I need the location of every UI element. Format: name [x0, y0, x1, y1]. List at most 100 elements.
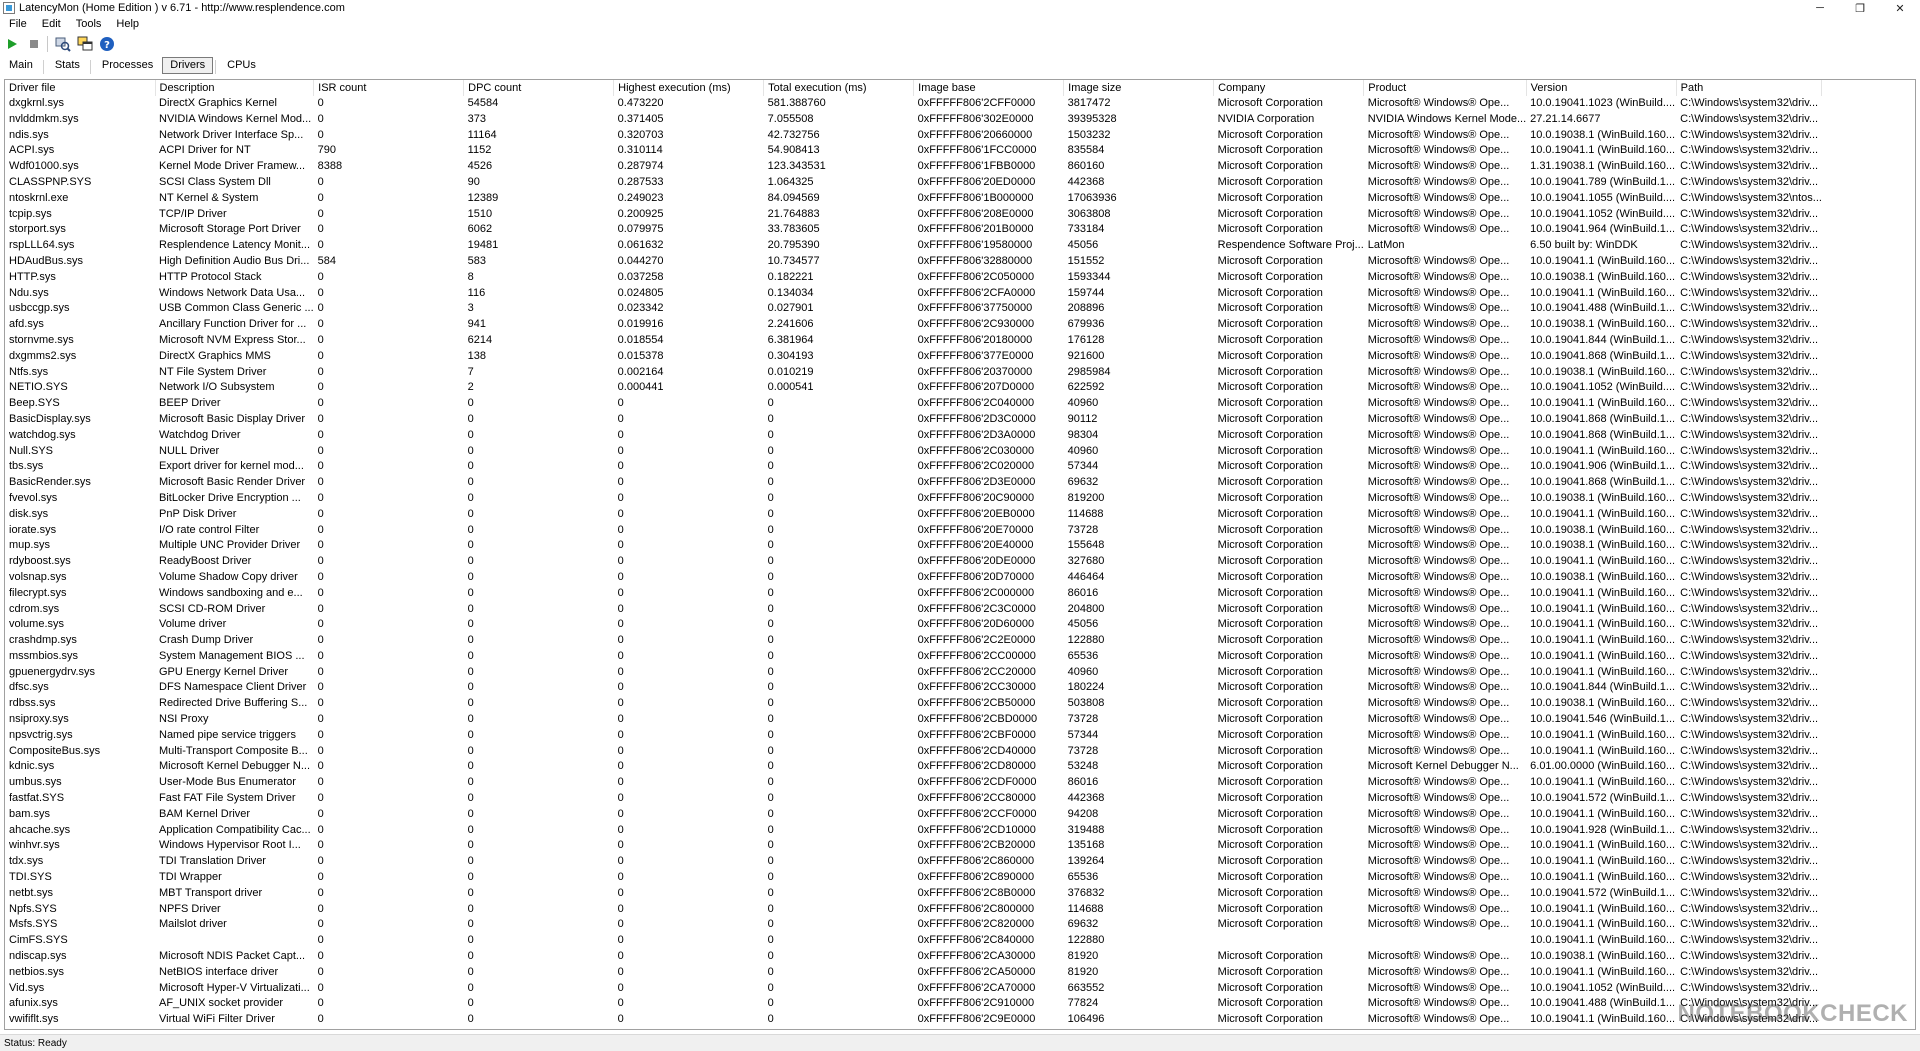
table-cell: 10.0.19041.1 (WinBuild.160... [1530, 839, 1676, 852]
table-row[interactable]: Null.SYS NULL Driver 0 0 0 0 0xFFFFF806'2C0300… [5, 444, 1822, 460]
tab-stats[interactable]: Stats [47, 57, 88, 74]
table-row[interactable]: fvevol.sys BitLocker Drive Encryption ...… [5, 491, 1822, 507]
start-button[interactable] [2, 34, 22, 54]
column-header[interactable]: Version [1526, 80, 1677, 96]
table-row[interactable]: ndis.sys Network Driver Interface Sp... 0 1… [5, 128, 1822, 144]
table-row[interactable]: tbs.sys Export driver for kernel mod... 0 0… [5, 459, 1822, 475]
table-row[interactable]: rdbss.sys Redirected Drive Buffering S...… [5, 696, 1822, 712]
table-cell: 19481 [467, 239, 499, 252]
table-row[interactable]: fastfat.SYS Fast FAT File System Driver 0 0… [5, 791, 1822, 807]
table-row[interactable]: CompositeBus.sys Multi-Transport Composit… [5, 744, 1822, 760]
table-row[interactable]: Msfs.SYS Mailslot driver 0 0 0 0 0xFFFFF806'2C… [5, 917, 1822, 933]
table-row[interactable]: HTTP.sys HTTP Protocol Stack 0 8 0.037258 0.1… [5, 270, 1822, 286]
table-row[interactable]: usbccgp.sys USB Common Class Generic ... 0… [5, 301, 1822, 317]
column-header[interactable]: ISR count [313, 80, 465, 96]
tab-processes[interactable]: Processes [94, 57, 161, 74]
table-row[interactable]: nvlddmkm.sys NVIDIA Windows Kernel Mod...… [5, 112, 1822, 128]
table-row[interactable]: vwififlt.sys Virtual WiFi Filter Driver 0 0… [5, 1012, 1822, 1028]
table-row[interactable]: Ndu.sys Windows Network Data Usa... 0 116 0.… [5, 286, 1822, 302]
menu-tools[interactable]: Tools [67, 18, 108, 30]
table-cell: Microsoft® Windows® Ope... [1367, 397, 1510, 410]
table-row[interactable]: ahcache.sys Application Compatibility Cac… [5, 823, 1822, 839]
processes-search-button[interactable] [53, 34, 73, 54]
maximize-button[interactable]: ❐ [1840, 0, 1880, 16]
table-row[interactable]: CLASSPNP.SYS SCSI Class System Dll 0 90 0.28… [5, 175, 1822, 191]
column-header[interactable]: Image size [1063, 80, 1215, 96]
table-row[interactable]: crashdmp.sys Crash Dump Driver 0 0 0 0 0xFFFFF… [5, 633, 1822, 649]
column-header[interactable]: Company [1213, 80, 1365, 96]
table-cell: 0.023342 [617, 302, 664, 315]
table-cell: Microsoft Corporation [1217, 586, 1323, 599]
column-header[interactable]: Image base [913, 80, 1065, 96]
close-button[interactable]: ✕ [1880, 0, 1920, 16]
table-row[interactable]: afd.sys Ancillary Function Driver for ...… [5, 317, 1822, 333]
minimize-button[interactable]: ─ [1800, 0, 1840, 16]
table-row[interactable]: volume.sys Volume driver 0 0 0 0 0xFFFFF806'20… [5, 617, 1822, 633]
table-row[interactable]: tcpip.sys TCP/IP Driver 0 1510 0.200925 21.76… [5, 207, 1822, 223]
table-row[interactable]: ndiscap.sys Microsoft NDIS Packet Capt...… [5, 949, 1822, 965]
table-row[interactable]: afunix.sys AF_UNIX socket provider 0 0 0 0 0xF… [5, 996, 1822, 1012]
table-row[interactable]: dxgmms2.sys DirectX Graphics MMS 0 138 0.015… [5, 349, 1822, 365]
table-row[interactable]: bam.sys BAM Kernel Driver 0 0 0 0 0xFFFFF806'2… [5, 807, 1822, 823]
table-cell: 10.0.19041.572 (WinBuild.1... [1530, 886, 1676, 899]
table-row[interactable]: netbios.sys NetBIOS interface driver 0 0 0 0 0… [5, 965, 1822, 981]
table-row[interactable]: CimFS.SYS 0 0 0 0 0xFFFFF806'2C840000 122880 10… [5, 933, 1822, 949]
table-row[interactable]: mup.sys Multiple UNC Provider Driver 0 0 0 0 0… [5, 538, 1822, 554]
menu-file[interactable]: File [0, 18, 33, 30]
table-row[interactable]: Ntfs.sys NT File System Driver 0 7 0.002164 0… [5, 365, 1822, 381]
table-row[interactable]: BasicDisplay.sys Microsoft Basic Display … [5, 412, 1822, 428]
table-row[interactable]: volsnap.sys Volume Shadow Copy driver 0 0 0 0… [5, 570, 1822, 586]
table-row[interactable]: tdx.sys TDI Translation Driver 0 0 0 0 0xFFFFF… [5, 854, 1822, 870]
table-row[interactable]: Beep.SYS BEEP Driver 0 0 0 0 0xFFFFF806'2C0400… [5, 396, 1822, 412]
table-row[interactable]: kdnic.sys Microsoft Kernel Debugger N... 0… [5, 759, 1822, 775]
column-header[interactable]: Path [1676, 80, 1823, 96]
table-row[interactable]: npsvctrig.sys Named pipe service triggers… [5, 728, 1822, 744]
table-row[interactable]: cdrom.sys SCSI CD-ROM Driver 0 0 0 0 0xFFFFF80… [5, 602, 1822, 618]
drivers-table-frame[interactable]: Driver file Description ISR count DPC count… [4, 79, 1916, 1030]
table-row[interactable]: Wdf01000.sys Kernel Mode Driver Framew...… [5, 159, 1822, 175]
table-cell: 0 [467, 634, 474, 647]
table-row[interactable]: rspLLL64.sys Resplendence Latency Monit..… [5, 238, 1822, 254]
column-header[interactable]: Highest execution (ms) [613, 80, 765, 96]
table-row[interactable]: watchdog.sys Watchdog Driver 0 0 0 0 0xFFFFF80… [5, 428, 1822, 444]
table-row[interactable]: storport.sys Microsoft Storage Port Drive… [5, 222, 1822, 238]
tab-cpus[interactable]: CPUs [219, 57, 264, 74]
table-row[interactable]: stornvme.sys Microsoft NVM Express Stor..… [5, 333, 1822, 349]
stop-button[interactable] [24, 34, 44, 54]
column-header[interactable]: Product [1363, 80, 1527, 96]
table-row[interactable]: netbt.sys MBT Transport driver 0 0 0 0 0xFFFFF… [5, 886, 1822, 902]
table-row[interactable]: winhvr.sys Windows Hypervisor Root I... 0 0… [5, 838, 1822, 854]
menu-edit[interactable]: Edit [33, 18, 67, 30]
table-cell: ACPI Driver for NT [159, 144, 251, 157]
table-row[interactable]: nsiproxy.sys NSI Proxy 0 0 0 0 0xFFFFF806'2CBD… [5, 712, 1822, 728]
table-row[interactable]: dxgkrnl.sys DirectX Graphics Kernel 0 54584… [5, 96, 1822, 112]
table-cell: 0 [467, 428, 474, 441]
help-button[interactable]: ? [97, 34, 117, 54]
table-row[interactable]: dfsc.sys DFS Namespace Client Driver 0 0 0 0 0… [5, 680, 1822, 696]
table-row[interactable]: ntoskrnl.exe NT Kernel & System 0 12389 0.24… [5, 191, 1822, 207]
table-cell: 0 [317, 381, 324, 394]
table-row[interactable]: iorate.sys I/O rate control Filter 0 0 0 0 0xF… [5, 523, 1822, 539]
table-cell: C:\Windows\system32\driv... [1680, 697, 1819, 710]
tab-drivers[interactable]: Drivers [162, 57, 214, 74]
column-header[interactable]: Description [155, 80, 315, 96]
table-row[interactable]: TDI.SYS TDI Wrapper 0 0 0 0 0xFFFFF806'2C89000… [5, 870, 1822, 886]
table-row[interactable]: disk.sys PnP Disk Driver 0 0 0 0 0xFFFFF806'20… [5, 507, 1822, 523]
table-row[interactable]: ACPI.sys ACPI Driver for NT 790 1152 0.31011… [5, 143, 1822, 159]
table-row[interactable]: Vid.sys Microsoft Hyper-V Virtualizati...… [5, 981, 1822, 997]
column-header[interactable]: DPC count [463, 80, 615, 96]
tab-main[interactable]: Main [1, 57, 41, 74]
column-header[interactable]: Driver file [5, 80, 156, 96]
table-row[interactable]: HDAudBus.sys High Definition Audio Bus Dr… [5, 254, 1822, 270]
copy-windows-button[interactable] [75, 34, 95, 54]
table-row[interactable]: umbus.sys User-Mode Bus Enumerator 0 0 0 0 0xF… [5, 775, 1822, 791]
table-row[interactable]: BasicRender.sys Microsoft Basic Render Dr… [5, 475, 1822, 491]
table-row[interactable]: gpuenergydrv.sys GPU Energy Kernel Driver… [5, 665, 1822, 681]
table-row[interactable]: Npfs.SYS NPFS Driver 0 0 0 0 0xFFFFF806'2C8000… [5, 902, 1822, 918]
column-header[interactable]: Total execution (ms) [763, 80, 915, 96]
table-row[interactable]: rdyboost.sys ReadyBoost Driver 0 0 0 0 0xFFFFF… [5, 554, 1822, 570]
table-row[interactable]: NETIO.SYS Network I/O Subsystem 0 2 0.000441… [5, 380, 1822, 396]
menu-help[interactable]: Help [107, 18, 145, 30]
table-row[interactable]: mssmbios.sys System Management BIOS ... 0 0… [5, 649, 1822, 665]
table-row[interactable]: filecrypt.sys Windows sandboxing and e...… [5, 586, 1822, 602]
